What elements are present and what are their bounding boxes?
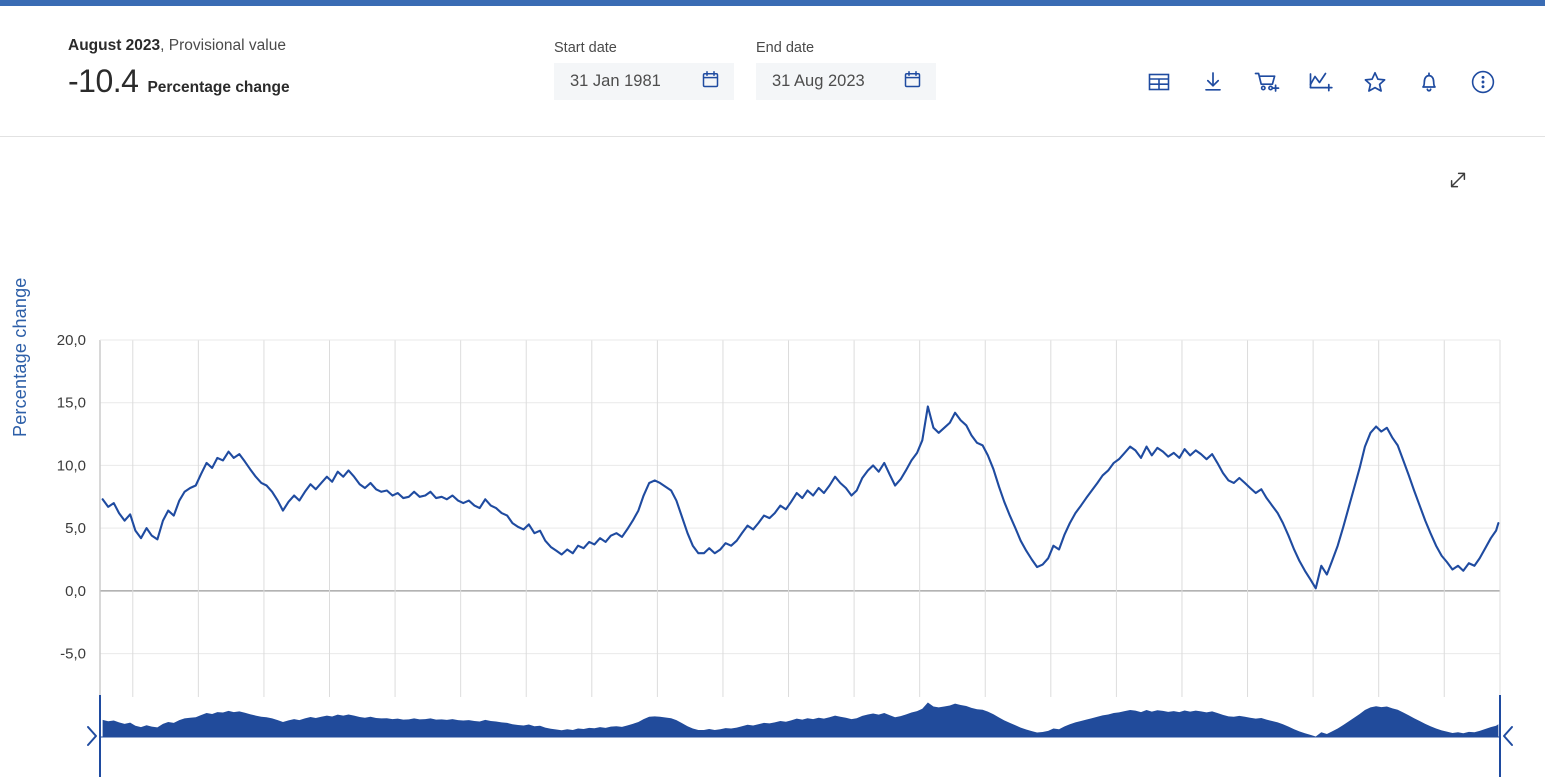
add-to-cart-icon[interactable]: [1253, 68, 1281, 96]
chevron-left-icon[interactable]: [1503, 726, 1513, 746]
series-line-0: [101, 405, 1500, 590]
page-header: August 2023, Provisional value -10.4 Per…: [0, 6, 1545, 137]
end-date-input[interactable]: 31 Aug 2023: [756, 63, 936, 100]
navigator-area: [102, 702, 1499, 737]
start-date-input[interactable]: 31 Jan 1981: [554, 63, 734, 100]
add-chart-icon[interactable]: [1307, 68, 1335, 96]
statistics-chart-page: August 2023, Provisional value -10.4 Per…: [0, 0, 1545, 781]
chart-gridlines: [99, 339, 1501, 697]
chart-toolbar: [1145, 68, 1497, 96]
chevron-right-icon[interactable]: [87, 726, 97, 746]
calendar-icon[interactable]: [701, 70, 720, 94]
start-date-label: Start date: [554, 40, 617, 56]
start-date-group: Start date 31 Jan 1981: [554, 40, 734, 100]
headline-value-row: -10.4 Percentage change: [68, 64, 290, 98]
more-options-icon[interactable]: [1469, 68, 1497, 96]
y-axis-tick: -5,0: [60, 646, 86, 663]
y-axis-tick: 20,0: [57, 332, 86, 349]
end-date-group: End date 31 Aug 2023: [756, 40, 936, 100]
y-axis-tick: 0,0: [65, 583, 86, 600]
table-view-icon[interactable]: [1145, 68, 1173, 96]
end-date-label: End date: [756, 40, 815, 56]
headline-period: August 2023: [68, 37, 161, 54]
star-icon[interactable]: [1361, 68, 1389, 96]
y-axis-tick: 10,0: [57, 457, 86, 474]
range-navigator[interactable]: [0, 689, 1545, 781]
headline-meta: August 2023, Provisional value: [68, 36, 290, 56]
download-icon[interactable]: [1199, 68, 1227, 96]
headline-status: , Provisional value: [160, 37, 286, 54]
headline-unit: Percentage change: [147, 79, 290, 96]
line-chart[interactable]: 20,015,010,05,00,0-5,0-10,0-15,0 1982198…: [0, 137, 1545, 697]
chart-panel: Percentage change 20,0 15,0 10,0 5,0 0,0 -5,0…: [0, 137, 1545, 781]
chart-series-layer: [101, 405, 1500, 590]
calendar-icon[interactable]: [903, 70, 922, 94]
y-axis-tick-labels: 20,015,010,05,00,0-5,0-10,0-15,0: [57, 332, 86, 663]
y-axis-tick: 5,0: [65, 520, 86, 537]
headline-value: -10.4: [68, 63, 139, 99]
bell-icon[interactable]: [1415, 68, 1443, 96]
end-date-value: 31 Aug 2023: [772, 72, 865, 90]
headline-block: August 2023, Provisional value -10.4 Per…: [68, 36, 290, 98]
y-axis-tick: 15,0: [57, 395, 86, 412]
start-date-value: 31 Jan 1981: [570, 72, 661, 90]
